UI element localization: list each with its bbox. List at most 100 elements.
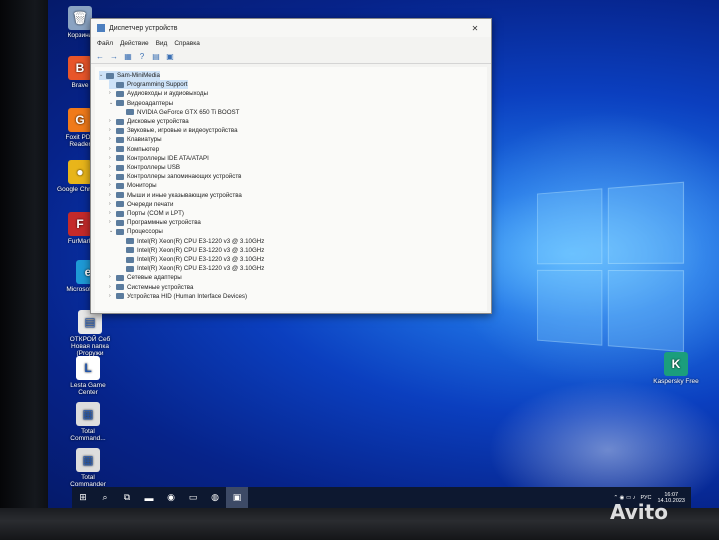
tree-node-label: Sam-MiniMedia	[117, 72, 160, 79]
monitor-bezel-left	[0, 0, 50, 540]
task-view-icon[interactable]: ⧉	[116, 487, 138, 508]
desktop-shortcut[interactable]: ▤ ОТКРОЙ Себ Новая папка (Prоружи	[66, 310, 114, 357]
device-category-icon	[116, 228, 124, 235]
expand-arrow-icon[interactable]: ⌄	[99, 71, 106, 80]
expand-arrow-icon[interactable]: ›	[109, 126, 116, 135]
properties-icon[interactable]: ▦	[123, 52, 133, 61]
tree-node[interactable]: › Дисковые устройства	[109, 117, 189, 126]
help-icon[interactable]: ?	[137, 52, 147, 61]
expand-arrow-icon[interactable]: ⌄	[109, 99, 116, 108]
tree-node[interactable]: › Звуковые, игровые и видеоустройства	[109, 126, 238, 135]
tree-node[interactable]: NVIDIA GeForce GTX 650 Ti BOOST	[119, 108, 239, 117]
expand-arrow-icon[interactable]: ›	[109, 273, 116, 282]
device-tree[interactable]: ⌄ Sam-MiniMedia Programming Support › Аудиов…	[95, 67, 487, 311]
desktop-shortcut-label: Lesta Game Center	[70, 382, 106, 396]
menu-action[interactable]: Действие	[120, 40, 149, 47]
expand-arrow-icon[interactable]: ›	[109, 172, 116, 181]
tree-node[interactable]: ⌄ Видеоадаптеры	[109, 99, 173, 108]
brave-icon: B	[68, 56, 92, 80]
expand-arrow-icon[interactable]: ›	[109, 135, 116, 144]
expand-arrow-icon[interactable]: ›	[109, 181, 116, 190]
device-category-icon	[116, 182, 124, 189]
tree-node[interactable]: › Мыши и иные указывающие устройства	[109, 191, 242, 200]
expand-arrow-icon[interactable]: ›	[109, 292, 116, 301]
device-category-icon	[126, 247, 134, 254]
recycle-bin-icon: 🗑	[68, 6, 92, 30]
kaspersky-icon: K	[664, 352, 688, 376]
tree-node-label: Сетевые адаптеры	[127, 274, 182, 282]
tree-node[interactable]: › Мониторы	[109, 181, 157, 190]
tree-node-label: Контроллеры USB	[127, 164, 181, 171]
tree-node[interactable]: ⌄ Sam-MiniMedia	[99, 71, 160, 80]
search-icon[interactable]: ⌕	[94, 487, 116, 508]
expand-arrow-icon[interactable]: ›	[109, 89, 116, 98]
menu-help[interactable]: Справка	[174, 40, 200, 47]
windows-logo-wallpaper	[536, 181, 686, 355]
expand-arrow-icon[interactable]: ›	[109, 283, 116, 292]
expand-arrow-icon[interactable]: ›	[109, 145, 116, 154]
expand-arrow-icon[interactable]: ›	[109, 200, 116, 209]
tree-node[interactable]: › Программные устройства	[109, 218, 201, 227]
tree-node[interactable]: › Клавиатуры	[109, 135, 162, 144]
forward-icon[interactable]: →	[109, 52, 119, 61]
tree-node[interactable]: › Контроллеры USB	[109, 163, 180, 172]
tree-node[interactable]: › Контроллеры IDE ATA/ATAPI	[109, 154, 209, 163]
tree-node[interactable]: › Контроллеры запоминающих устройств	[109, 172, 241, 181]
menu-view[interactable]: Вид	[156, 40, 168, 47]
desktop-shortcut[interactable]: L Lesta Game Center	[64, 356, 112, 396]
desktop-shortcut[interactable]: K Kaspersky Free	[652, 352, 700, 385]
device-manager-window[interactable]: Диспетчер устройств ✕ Файл Действие Вид …	[90, 18, 492, 314]
menu-bar: Файл Действие Вид Справка	[91, 37, 491, 50]
tree-node-label: Клавиатуры	[127, 136, 162, 144]
tree-node[interactable]: › Аудиовходы и аудиовыходы	[109, 89, 208, 98]
device-category-icon	[126, 109, 134, 116]
update-driver-icon[interactable]: ▤	[151, 52, 161, 61]
expand-arrow-icon[interactable]: ›	[109, 218, 116, 227]
tree-node[interactable]: ⌄ Процессоры	[109, 227, 163, 236]
title-bar[interactable]: Диспетчер устройств ✕	[91, 19, 491, 37]
device-category-icon	[116, 164, 124, 171]
tree-node-label: Программные устройства	[127, 219, 201, 227]
tree-node[interactable]: › Сетевые адаптеры	[109, 273, 182, 282]
tree-node[interactable]: Intel(R) Xeon(R) CPU E3-1220 v3 @ 3.10GH…	[119, 237, 264, 246]
desktop-shortcut-label: ОТКРОЙ Себ Новая папка (Prоружи	[69, 336, 111, 357]
tree-node[interactable]: › Системные устройства	[109, 283, 193, 292]
tree-node[interactable]: › Очереди печати	[109, 200, 173, 209]
device-category-icon	[106, 72, 114, 79]
desktop-shortcut[interactable]: ▦ Total Command...	[64, 402, 112, 442]
close-button[interactable]: ✕	[465, 24, 485, 33]
tree-node[interactable]: Intel(R) Xeon(R) CPU E3-1220 v3 @ 3.10GH…	[119, 246, 264, 255]
tree-node[interactable]: Intel(R) Xeon(R) CPU E3-1220 v3 @ 3.10GH…	[119, 264, 264, 273]
tree-node[interactable]: › Порты (COM и LPT)	[109, 209, 184, 218]
tree-node-label: Компьютер	[127, 145, 160, 153]
expand-arrow-icon[interactable]: ›	[109, 163, 116, 172]
file-explorer-icon[interactable]: ▬	[138, 487, 160, 508]
device-category-icon	[116, 173, 124, 180]
device-category-icon	[116, 210, 124, 217]
window-title: Диспетчер устройств	[109, 24, 178, 32]
tree-node[interactable]: Programming Support	[109, 80, 188, 90]
tree-node-label: Intel(R) Xeon(R) CPU E3-1220 v3 @ 3.10GH…	[137, 265, 265, 273]
device-category-icon	[116, 201, 124, 208]
tree-node-label: Дисковые устройства	[127, 118, 189, 125]
expand-arrow-icon[interactable]: ›	[109, 209, 116, 218]
expand-arrow-icon[interactable]: ›	[109, 154, 116, 163]
back-icon[interactable]: ←	[95, 52, 105, 61]
device-manager-taskbar-icon[interactable]: ▣	[226, 487, 248, 508]
monitor-icon[interactable]: ▣	[165, 52, 175, 61]
tree-node[interactable]: › Компьютер	[109, 145, 159, 154]
expand-arrow-icon[interactable]: ›	[109, 117, 116, 126]
expand-arrow-icon[interactable]: ⌄	[109, 227, 116, 236]
folder-taskbar-icon[interactable]: ▭	[182, 487, 204, 508]
app-taskbar-icon[interactable]: ◍	[204, 487, 226, 508]
device-category-icon	[116, 293, 124, 300]
expand-arrow-icon[interactable]: ›	[109, 191, 116, 200]
chrome-taskbar-icon[interactable]: ◉	[160, 487, 182, 508]
desktop-shortcut[interactable]: ▦ Total Commander	[64, 448, 112, 488]
device-category-icon	[126, 265, 134, 272]
tree-node-label: Устройства HID (Human Interface Devices)	[127, 292, 248, 300]
start-icon[interactable]: ⊞	[72, 487, 94, 508]
tree-node[interactable]: Intel(R) Xeon(R) CPU E3-1220 v3 @ 3.10GH…	[119, 255, 264, 264]
menu-file[interactable]: Файл	[97, 40, 113, 47]
tree-node[interactable]: › Устройства HID (Human Interface Devices…	[109, 292, 247, 301]
